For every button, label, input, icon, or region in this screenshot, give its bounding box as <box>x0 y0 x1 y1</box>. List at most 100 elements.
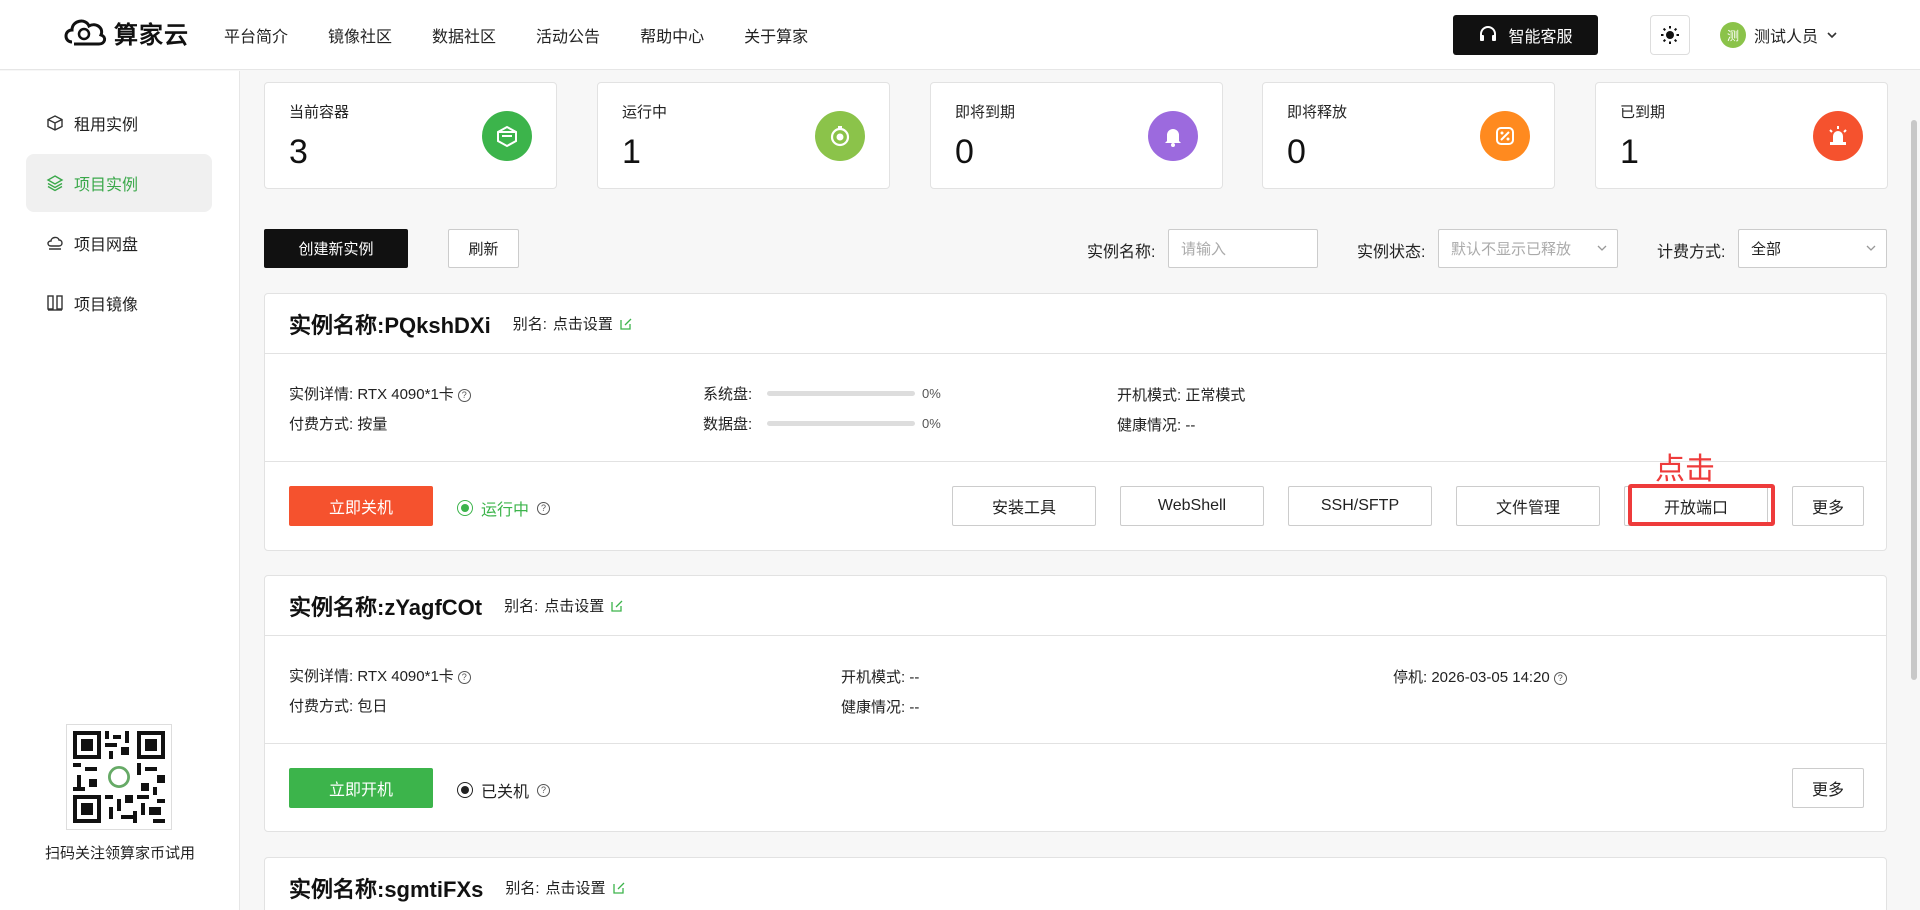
stat-card-expired: 已到期 1 <box>1595 82 1888 189</box>
sidebar: 租用实例 项目实例 项目网盘 项目镜像 扫码关注领算家币试用 <box>0 71 240 910</box>
stat-value: 0 <box>1287 133 1306 171</box>
refresh-button[interactable]: 刷新 <box>448 229 519 268</box>
sidebar-item-label: 项目镜像 <box>74 297 139 314</box>
data-disk-label: 数据盘: <box>703 416 753 433</box>
payment-method: 付费方式: 按量 <box>289 413 387 434</box>
help-icon[interactable]: ? <box>1553 671 1567 685</box>
instance-card: 实例名称:sgmtiFXs 别名: 点击设置 <box>264 857 1887 910</box>
instance-status-select[interactable]: 默认不显示已释放 <box>1438 229 1618 268</box>
alias-setting[interactable]: 别名: 点击设置 <box>504 595 624 616</box>
instance-card-header: 实例名称:zYagfCOt 别名: 点击设置 <box>265 576 1886 636</box>
alias-setting[interactable]: 别名: 点击设置 <box>513 313 633 334</box>
data-disk-bar <box>767 421 915 426</box>
chevron-down-icon <box>1827 32 1837 39</box>
sidebar-item-rent-instance[interactable]: 租用实例 <box>26 94 212 152</box>
health-status: 健康情况: -- <box>841 696 919 717</box>
instance-status-placeholder: 默认不显示已释放 <box>1451 241 1572 258</box>
alias-value: 点击设置 <box>545 880 606 897</box>
system-disk-percent: 0% <box>922 386 941 401</box>
brand-name: 算家云 <box>114 21 189 49</box>
top-navbar: 算家云 平台简介 镜像社区 数据社区 活动公告 帮助中心 关于算家 智能客服 测… <box>0 0 1920 70</box>
nav-announcements[interactable]: 活动公告 <box>536 23 600 47</box>
instance-name-input[interactable]: 请输入 <box>1168 229 1318 268</box>
alias-label: 别名: <box>505 880 540 897</box>
stat-card-releasing: 即将释放 0 <box>1262 82 1555 189</box>
status-running: 运行中 ? <box>457 496 551 520</box>
sidebar-item-label: 项目网盘 <box>74 237 139 254</box>
stat-label: 已到期 <box>1620 104 1666 121</box>
instance-name-label: 实例名称: <box>1087 244 1156 261</box>
help-icon[interactable]: ? <box>537 783 551 797</box>
alias-setting[interactable]: 别名: 点击设置 <box>505 877 625 898</box>
boot-mode: 开机模式: 正常模式 <box>1117 384 1245 405</box>
sidebar-item-label: 租用实例 <box>74 117 139 134</box>
nav-platform-intro[interactable]: 平台简介 <box>224 23 288 47</box>
shutdown-button[interactable]: 立即关机 <box>289 486 433 526</box>
data-disk-percent: 0% <box>922 416 941 431</box>
webshell-button[interactable]: WebShell <box>1120 486 1264 526</box>
edit-icon <box>620 318 632 330</box>
file-manager-button[interactable]: 文件管理 <box>1456 486 1600 526</box>
instance-card-header: 实例名称:PQkshDXi 别名: 点击设置 <box>265 294 1886 354</box>
detail-value: RTX 4090*1卡 <box>357 668 454 685</box>
headset-icon <box>1480 26 1497 41</box>
nav-data-community[interactable]: 数据社区 <box>432 23 496 47</box>
container-icon <box>482 111 532 161</box>
more-button[interactable]: 更多 <box>1792 486 1864 526</box>
user-name: 测试人员 <box>1754 29 1819 46</box>
cloud-drive-icon <box>47 236 63 250</box>
boot-mode: 开机模式: -- <box>841 666 919 687</box>
pay-value: 包日 <box>357 698 388 715</box>
install-tools-button[interactable]: 安装工具 <box>952 486 1096 526</box>
health-status: 健康情况: -- <box>1117 414 1195 435</box>
user-menu[interactable]: 测 测试人员 <box>1720 22 1838 48</box>
health-label: 健康情况: <box>1117 417 1182 434</box>
more-button[interactable]: 更多 <box>1792 768 1864 808</box>
health-value: -- <box>909 699 920 716</box>
help-icon[interactable]: ? <box>457 670 471 684</box>
pay-label: 付费方式: <box>289 416 354 433</box>
brand-logo[interactable]: 算家云 <box>62 14 189 50</box>
alarm-icon <box>1813 111 1863 161</box>
edit-icon <box>612 882 625 894</box>
health-label: 健康情况: <box>841 699 906 716</box>
pay-value: 按量 <box>357 416 388 433</box>
system-disk-bar <box>767 391 915 396</box>
smart-service-button[interactable]: 智能客服 <box>1453 15 1598 55</box>
status-label: 已关机 <box>481 784 530 801</box>
boot-label: 开机模式: <box>841 669 906 686</box>
smart-service-label: 智能客服 <box>1508 29 1573 46</box>
chevron-down-icon <box>1866 245 1876 251</box>
stop-label: 停机: <box>1393 669 1428 686</box>
nav-image-community[interactable]: 镜像社区 <box>328 23 392 47</box>
alias-label: 别名: <box>504 598 539 615</box>
ssh-sftp-button[interactable]: SSH/SFTP <box>1288 486 1432 526</box>
image-mirror-icon <box>47 295 63 311</box>
qr-caption: 扫码关注领算家币试用 <box>44 845 195 862</box>
sidebar-item-project-drive[interactable]: 项目网盘 <box>26 214 212 272</box>
sidebar-item-project-image[interactable]: 项目镜像 <box>26 274 212 332</box>
stat-label: 即将释放 <box>1287 104 1348 121</box>
help-icon[interactable]: ? <box>537 501 551 515</box>
nav-about[interactable]: 关于算家 <box>744 23 808 47</box>
billing-method-select[interactable]: 全部 <box>1738 229 1887 268</box>
boot-label: 开机模式: <box>1117 387 1182 404</box>
boot-value: -- <box>909 669 920 686</box>
alias-value: 点击设置 <box>552 316 613 333</box>
stat-value: 1 <box>1620 133 1639 171</box>
start-button[interactable]: 立即开机 <box>289 768 433 808</box>
stop-time: 停机: 2026-03-05 14:20? <box>1393 666 1567 687</box>
help-icon[interactable]: ? <box>457 388 471 402</box>
theme-toggle-button[interactable] <box>1650 15 1690 55</box>
card-divider <box>265 743 1886 744</box>
stopped-indicator-icon <box>457 782 473 798</box>
page-scrollbar[interactable] <box>1911 120 1917 680</box>
sidebar-item-project-instance[interactable]: 项目实例 <box>26 154 212 212</box>
detail-value: RTX 4090*1卡 <box>357 386 454 403</box>
nav-help-center[interactable]: 帮助中心 <box>640 23 704 47</box>
create-instance-button[interactable]: 创建新实例 <box>264 229 408 268</box>
release-icon <box>1480 111 1530 161</box>
instance-title: 实例名称:PQkshDXi <box>289 312 491 338</box>
billing-method-value: 全部 <box>1751 241 1782 258</box>
system-disk-label: 系统盘: <box>703 386 753 403</box>
